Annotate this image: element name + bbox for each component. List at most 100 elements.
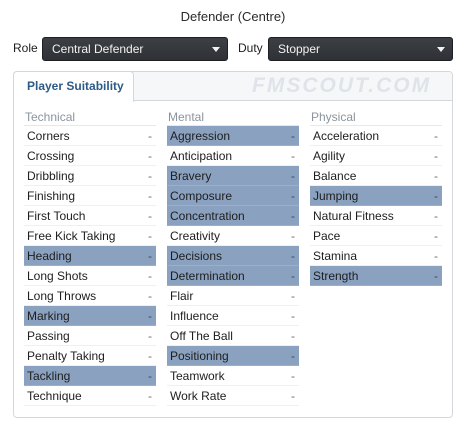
attribute-label: Decisions (170, 249, 223, 263)
role-dropdown[interactable]: Central Defender (42, 37, 228, 61)
attribute-row: Long Throws - (24, 286, 156, 306)
attribute-label: Flair (170, 289, 194, 303)
attribute-label: Concentration (170, 209, 245, 223)
role-label: Role (13, 41, 38, 55)
attribute-value: - (291, 329, 295, 343)
attribute-value: - (434, 169, 438, 183)
attribute-label: Determination (170, 269, 245, 283)
attribute-row: First Touch - (24, 206, 156, 226)
physical-list: Acceleration - Agility - Balance - Jumping - Nat… (310, 126, 442, 286)
attribute-row: Agility - (310, 146, 442, 166)
attributes-panel: Player Suitability FMSCOUT.COM Technical… (13, 71, 453, 418)
attribute-value: - (148, 189, 152, 203)
attribute-row: Creativity - (167, 226, 299, 246)
attribute-value: - (434, 249, 438, 263)
attribute-row: Acceleration - (310, 126, 442, 146)
attribute-row: Long Shots - (24, 266, 156, 286)
attribute-value: - (148, 169, 152, 183)
attribute-value: - (148, 209, 152, 223)
attribute-label: Crossing (27, 149, 75, 163)
attribute-row: Heading - (24, 246, 156, 266)
attribute-label: Technique (27, 389, 82, 403)
attribute-row: Dribbling - (24, 166, 156, 186)
attribute-label: Influence (170, 309, 219, 323)
attribute-label: Aggression (170, 129, 231, 143)
physical-column: Physical Acceleration - Agility - Balance - Ju… (310, 107, 442, 286)
attribute-value: - (291, 389, 295, 403)
attribute-value: - (148, 309, 152, 323)
attribute-value: - (291, 289, 295, 303)
attribute-row: Stamina - (310, 246, 442, 266)
attribute-label: Long Shots (27, 269, 88, 283)
attribute-label: Bravery (170, 169, 212, 183)
technical-heading: Technical (24, 107, 156, 126)
attribute-value: - (148, 229, 152, 243)
attribute-label: Positioning (170, 349, 229, 363)
attribute-row: Concentration - (167, 206, 299, 226)
attribute-value: - (434, 229, 438, 243)
attribute-row: Determination - (167, 266, 299, 286)
attribute-label: Stamina (313, 249, 358, 263)
duty-dropdown[interactable]: Stopper (268, 37, 453, 61)
attribute-label: Jumping (313, 189, 359, 203)
attribute-value: - (291, 169, 295, 183)
attribute-value: - (148, 289, 152, 303)
attribute-label: Anticipation (170, 149, 233, 163)
physical-heading: Physical (310, 107, 442, 126)
attribute-row: Decisions - (167, 246, 299, 266)
duty-dropdown-value: Stopper (278, 42, 321, 56)
attribute-row: Jumping - (310, 186, 442, 206)
attribute-row: Free Kick Taking - (24, 226, 156, 246)
attribute-value: - (291, 129, 295, 143)
attribute-row: Teamwork - (167, 366, 299, 386)
attribute-label: Creativity (170, 229, 221, 243)
attribute-value: - (291, 229, 295, 243)
attribute-row: Corners - (24, 126, 156, 146)
attribute-label: Strength (313, 269, 359, 283)
attribute-row: Influence - (167, 306, 299, 326)
attribute-label: Composure (170, 189, 233, 203)
attribute-value: - (291, 189, 295, 203)
attribute-label: Long Throws (27, 289, 97, 303)
duty-label: Duty (238, 41, 263, 55)
role-dropdown-value: Central Defender (52, 42, 144, 56)
tab-player-suitability[interactable]: Player Suitability (13, 71, 134, 102)
attribute-value: - (291, 349, 295, 363)
attribute-value: - (291, 149, 295, 163)
attribute-row: Anticipation - (167, 146, 299, 166)
attribute-value: - (291, 369, 295, 383)
attribute-label: Off The Ball (170, 329, 233, 343)
attribute-row: Bravery - (167, 166, 299, 186)
attribute-row: Technique - (24, 386, 156, 406)
attribute-label: Natural Fitness (313, 209, 394, 223)
attribute-row: Balance - (310, 166, 442, 186)
attribute-label: Pace (313, 229, 341, 243)
attribute-row: Marking - (24, 306, 156, 326)
attribute-value: - (434, 149, 438, 163)
attribute-row: Composure - (167, 186, 299, 206)
attribute-label: Corners (27, 129, 70, 143)
mental-heading: Mental (167, 107, 299, 126)
attribute-label: Teamwork (170, 369, 225, 383)
technical-column: Technical Corners - Crossing - Dribbling - Fin… (24, 107, 156, 406)
attribute-value: - (434, 269, 438, 283)
attribute-value: - (291, 269, 295, 283)
attribute-label: Penalty Taking (27, 349, 105, 363)
attribute-value: - (434, 209, 438, 223)
attribute-label: Marking (27, 309, 70, 323)
attribute-row: Finishing - (24, 186, 156, 206)
attribute-label: Work Rate (170, 389, 227, 403)
attribute-row: Flair - (167, 286, 299, 306)
attribute-value: - (291, 249, 295, 263)
attribute-label: Dribbling (27, 169, 75, 183)
attribute-label: Passing (27, 329, 70, 343)
attribute-value: - (148, 269, 152, 283)
attribute-label: Finishing (27, 189, 76, 203)
technical-list: Corners - Crossing - Dribbling - Finishing - Fir… (24, 126, 156, 406)
tab-bar: Player Suitability FMSCOUT.COM (13, 71, 452, 102)
attribute-value: - (148, 129, 152, 143)
attribute-label: First Touch (27, 209, 86, 223)
chevron-down-icon (437, 47, 445, 52)
attribute-row: Passing - (24, 326, 156, 346)
attribute-value: - (148, 249, 152, 263)
